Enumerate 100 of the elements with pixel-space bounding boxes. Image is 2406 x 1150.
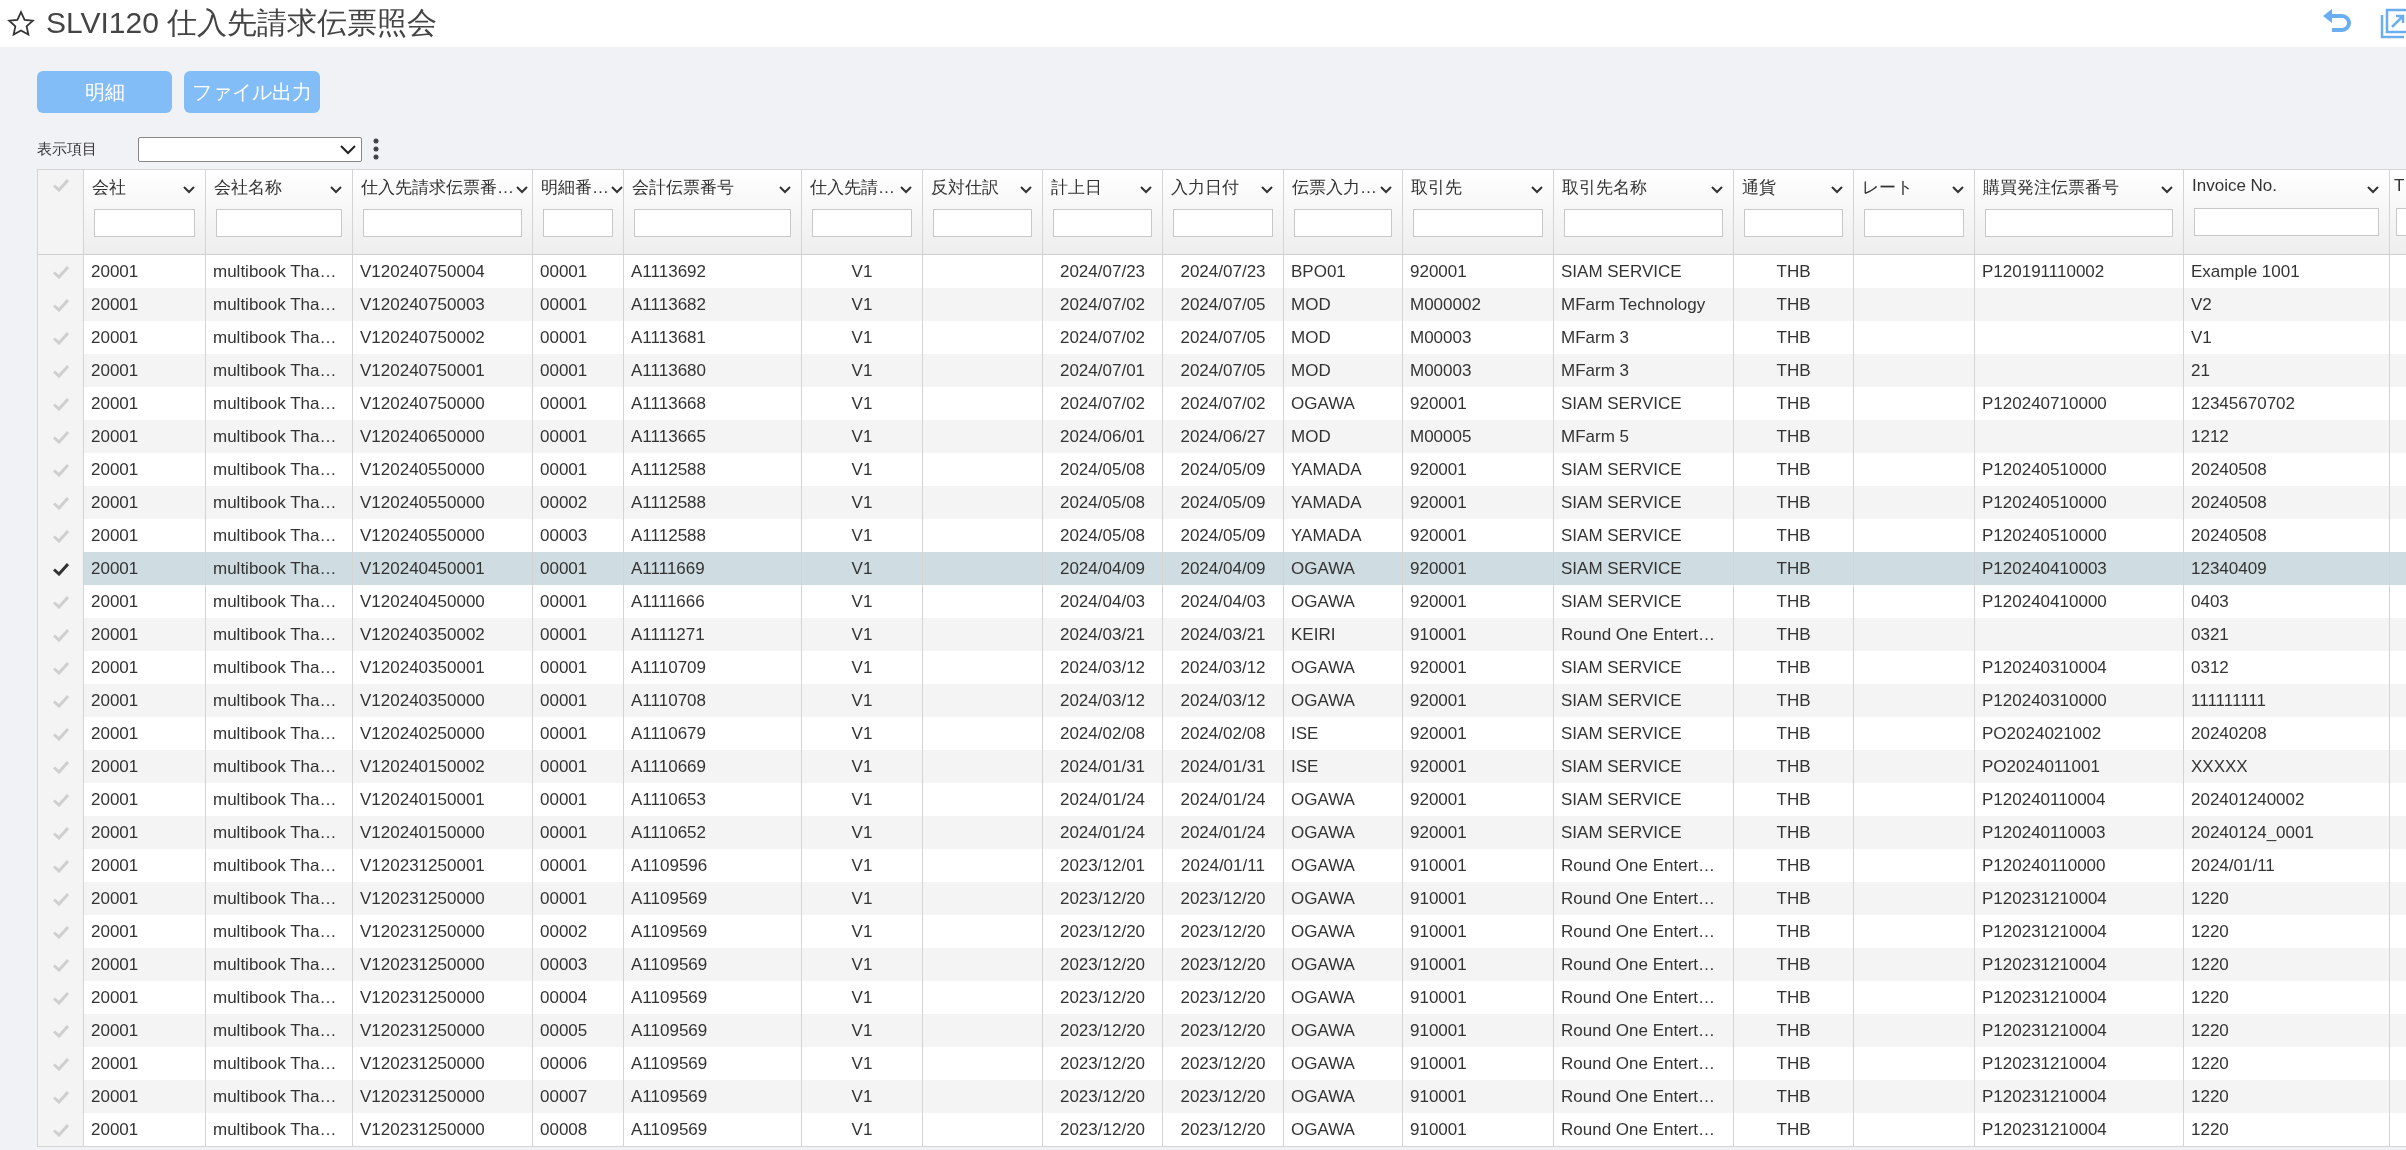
column-label: Invoice No. [2192, 176, 2278, 196]
filter-field[interactable] [1053, 209, 1152, 237]
table-cell: V1 [851, 822, 873, 843]
table-cell: A1109569 [631, 1086, 708, 1107]
filter-field[interactable] [1173, 209, 1273, 237]
table-cell: V120231250000 [360, 987, 485, 1008]
table-cell: P120240510000 [1982, 492, 2107, 513]
table-cell: 00001 [540, 393, 588, 414]
table-cell: multibook Tha… [213, 525, 337, 546]
table-row[interactable]: 20001 multibook Tha… V120240750001 00001 A1113680 V1 2024/07/01 2024/07/05 MOD M00003 MFarm 3 THB 21 [38, 354, 2406, 387]
table-cell: A1109569 [631, 987, 708, 1008]
filter-field[interactable] [543, 209, 613, 237]
filter-field[interactable] [1413, 209, 1543, 237]
table-cell: 2024/04/03 [1180, 591, 1266, 612]
column-header[interactable]: T [2390, 170, 2406, 254]
table-cell: A1109569 [631, 954, 708, 975]
filter-field[interactable] [94, 209, 195, 237]
table-row[interactable]: 20001 multibook Tha… V120240350000 00001 A1110708 V1 2024/03/12 2024/03/12 OGAWA 920001 SIAM SERVICE THB P120240310000 111111111 [38, 684, 2406, 717]
table-row[interactable]: 20001 multibook Tha… V120240150000 00001 A1110652 V1 2024/01/24 2024/01/24 OGAWA 920001 SIAM SERVICE THB P120240110003 20240124_0001 [38, 816, 2406, 849]
table-cell: MOD [1291, 327, 1331, 348]
table-cell: P120231210004 [1982, 888, 2107, 909]
table-row[interactable]: 20001 multibook Tha… V120231250000 00001 A1109569 V1 2023/12/20 2023/12/20 OGAWA 910001 Round One Entert… THB P120231210004 1220 [38, 882, 2406, 915]
table-cell: 920001 [1410, 459, 1467, 480]
table-cell: V1 [851, 657, 873, 678]
table-cell: 20240124_0001 [2191, 822, 2314, 843]
table-cell: Round One Entert… [1561, 954, 1716, 975]
table-cell: SIAM SERVICE [1561, 393, 1682, 414]
column-header[interactable]: 仕入先請… [802, 170, 923, 254]
column-header[interactable]: 会計伝票番号 [624, 170, 802, 254]
column-header[interactable]: 購買発注伝票番号 [1975, 170, 2184, 254]
table-cell: 202401240002 [2191, 789, 2305, 810]
table-cell: P120240110004 [1982, 789, 2106, 810]
table-row[interactable]: 20001 multibook Tha… V120240550000 00002 A1112588 V1 2024/05/08 2024/05/09 YAMADA 920001 SIAM SERVICE THB P120240510000 20240508 [38, 486, 2406, 519]
column-header[interactable]: 計上日 [1043, 170, 1163, 254]
filter-field[interactable] [216, 209, 342, 237]
table-cell: 2023/12/20 [1180, 921, 1266, 942]
table-cell: multibook Tha… [213, 789, 337, 810]
column-header[interactable]: 伝票入力… [1284, 170, 1403, 254]
table-cell: 1220 [2191, 888, 2229, 909]
column-header[interactable]: 会社名称 [206, 170, 353, 254]
column-header[interactable]: 会社 [84, 170, 206, 254]
table-row[interactable]: 20001 multibook Tha… V120240350002 00001 A1111271 V1 2024/03/21 2024/03/21 KEIRI 910001 Round One Entert… THB 0321 [38, 618, 2406, 651]
table-cell: A1111666 [631, 591, 705, 612]
column-header[interactable]: 仕入先請求伝票番… [353, 170, 533, 254]
table-cell: V1 [851, 987, 873, 1008]
table-cell: V1 [851, 954, 873, 975]
table-row[interactable]: 20001 multibook Tha… V120240650000 00001 A1113665 V1 2024/06/01 2024/06/27 MOD M00005 MFarm 5 THB 1212 [38, 420, 2406, 453]
column-header[interactable]: 通貨 [1734, 170, 1854, 254]
filter-field[interactable] [1744, 209, 1843, 237]
check-icon[interactable] [52, 561, 69, 576]
table-cell: multibook Tha… [213, 723, 337, 744]
table-row[interactable]: 20001 multibook Tha… V120231250000 00007 A1109569 V1 2023/12/20 2023/12/20 OGAWA 910001 Round One Entert… THB P120231210004 1220 [38, 1080, 2406, 1113]
table-row[interactable]: 20001 multibook Tha… V120231250000 00003 A1109569 V1 2023/12/20 2023/12/20 OGAWA 910001 Round One Entert… THB P120231210004 1220 [38, 948, 2406, 981]
column-header[interactable]: 入力日付 [1163, 170, 1284, 254]
table-cell: M00005 [1410, 426, 1472, 447]
table-cell: 2024/07/05 [1180, 294, 1266, 315]
table-cell: OGAWA [1291, 1020, 1355, 1041]
filter-field[interactable] [1985, 209, 2173, 237]
filter-field[interactable] [812, 209, 912, 237]
table-cell: THB [1776, 987, 1811, 1008]
popout-icon[interactable] [2378, 6, 2406, 41]
table-cell: 2024/06/01 [1059, 426, 1146, 447]
more-icon[interactable] [372, 137, 380, 161]
column-header[interactable]: 取引先名称 [1554, 170, 1734, 254]
filter-field[interactable] [933, 209, 1032, 237]
filter-field[interactable] [2194, 208, 2379, 236]
table-cell: 2024/01/31 [1059, 756, 1146, 777]
table-cell: V120240150001 [360, 789, 485, 810]
table-cell: 2023/12/20 [1059, 921, 1146, 942]
table-cell: V1 [851, 294, 873, 315]
filter-field[interactable] [363, 209, 522, 237]
filter-field[interactable] [634, 209, 791, 237]
table-row[interactable]: 20001 multibook Tha… V120240750003 00001 A1113682 V1 2024/07/02 2024/07/05 MOD M000002 MFarm Technology THB V2 [38, 288, 2406, 321]
table-cell: 00001 [540, 855, 588, 876]
table-cell: 2024/05/08 [1059, 525, 1146, 546]
table-row[interactable]: 20001 multibook Tha… V120231250000 00005 A1109569 V1 2023/12/20 2023/12/20 OGAWA 910001 Round One Entert… THB P120231210004 1220 [38, 1014, 2406, 1047]
column-header[interactable]: レート [1854, 170, 1975, 254]
table-row[interactable]: 20001 multibook Tha… V120240450001 00001 A1111669 V1 2024/04/09 2024/04/09 OGAWA 920001 SIAM SERVICE THB P120240410003 12340409 [38, 552, 2406, 585]
filter-field[interactable] [1294, 209, 1392, 237]
star-icon[interactable] [6, 8, 36, 39]
column-label: 入力日付 [1171, 177, 1239, 199]
table-cell: KEIRI [1291, 624, 1336, 645]
filter-field[interactable] [1864, 209, 1964, 237]
table-cell: 00001 [540, 459, 588, 480]
table-cell: V120240350000 [360, 690, 485, 711]
column-header[interactable]: 明細番… [533, 170, 624, 254]
table-cell: 00001 [540, 756, 588, 777]
column-label: 計上日 [1051, 177, 1102, 199]
table-cell: A1113692 [631, 261, 706, 282]
column-header[interactable]: 反対仕訳 [923, 170, 1043, 254]
table-cell: XXXXX [2191, 756, 2248, 777]
table-cell: 910001 [1410, 1020, 1467, 1041]
table-row[interactable]: 20001 multibook Tha… V120240150002 00001 A1110669 V1 2024/01/31 2024/01/31 ISE 920001 SIAM SERVICE THB PO2024011001 XXXXX [38, 750, 2406, 783]
column-header[interactable]: Invoice No. [2184, 170, 2390, 254]
filter-field[interactable] [1564, 209, 1723, 237]
display-items-select[interactable] [138, 136, 362, 162]
table-cell: M000002 [1410, 294, 1481, 315]
table-cell: multibook Tha… [213, 492, 337, 513]
table-cell: 20001 [91, 1119, 139, 1140]
column-header[interactable]: 取引先 [1403, 170, 1554, 254]
